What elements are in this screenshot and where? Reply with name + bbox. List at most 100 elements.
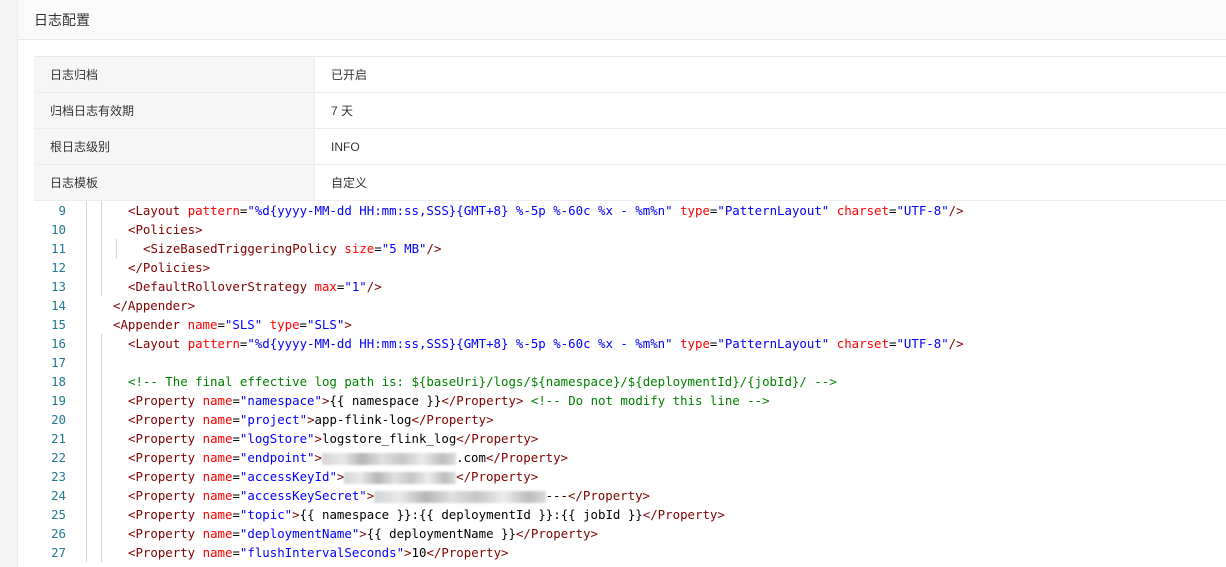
redacted-value <box>344 471 457 484</box>
code-token: name <box>202 393 233 408</box>
indent-guide <box>101 524 102 543</box>
line-number: 19 <box>51 393 66 408</box>
indent-guide <box>86 505 87 524</box>
code-token: > <box>344 317 352 332</box>
code-token: > <box>307 412 315 427</box>
code-token: </Appender> <box>113 298 196 313</box>
info-value: 已开启 <box>331 68 368 82</box>
code-gutter <box>66 201 110 220</box>
code-text: <Policies> <box>110 220 1226 239</box>
code-token: /> <box>948 336 964 351</box>
code-text: <Layout pattern="%d{yyyy-MM-dd HH:mm:ss,… <box>110 334 1226 353</box>
code-token: <Property <box>128 488 203 503</box>
code-gutter <box>66 505 110 524</box>
code-token: > <box>359 526 367 541</box>
line-number: 13 <box>51 279 66 294</box>
code-token: {{ deploymentName }} <box>366 526 516 541</box>
indent-guide <box>101 543 102 562</box>
code-gutter <box>66 353 110 372</box>
panel-header: 日志配置 <box>18 0 1226 40</box>
code-token: name <box>202 488 233 503</box>
redacted-value <box>374 490 546 503</box>
code-line: 12 </Policies> <box>34 258 1226 277</box>
code-line: 10 <Policies> <box>34 220 1226 239</box>
code-token: = <box>232 431 240 446</box>
info-value: 自定义 <box>331 176 368 190</box>
code-line: 17 <box>34 353 1226 372</box>
code-token: type <box>269 317 300 332</box>
info-value: INFO <box>331 139 360 154</box>
code-token: <Property <box>128 545 203 560</box>
code-text: <Property name="endpoint"> .com</Property… <box>110 448 1226 467</box>
code-token: charset <box>836 336 889 351</box>
code-line: 23 <Property name="accessKeyId"> </Propert… <box>34 467 1226 486</box>
code-token: {{ namespace }}:{{ deploymentId }}:{{ jo… <box>299 507 643 522</box>
code-token: size <box>344 241 375 256</box>
code-token: max <box>314 279 337 294</box>
code-token: name <box>202 507 233 522</box>
code-token: </Property> <box>567 488 651 503</box>
code-line: 24 <Property name="accessKeySecret"> ---</… <box>34 486 1226 505</box>
code-token: name <box>187 317 218 332</box>
code-gutter <box>66 315 110 334</box>
code-token: "accessKeySecret" <box>239 488 367 503</box>
indent-guide <box>86 201 87 220</box>
code-gutter <box>66 543 110 562</box>
line-number: 16 <box>51 336 66 351</box>
code-gutter <box>66 296 110 315</box>
indent-guide <box>101 505 102 524</box>
code-token: type <box>680 336 710 351</box>
log-settings-table: 日志归档 已开启 归档日志有效期 7 天 根日志级别 INFO 日志模板 自定义 <box>34 56 1226 201</box>
code-token: <Appender <box>113 317 188 332</box>
log-template-code-viewer[interactable]: 9 <Layout pattern="%d{yyyy-MM-dd HH:mm:ss… <box>34 201 1226 567</box>
code-line: 25 <Property name="topic">{{ namespace }}… <box>34 505 1226 524</box>
code-token: = <box>232 393 240 408</box>
indent-guide <box>101 353 102 372</box>
code-token: <Property <box>128 450 203 465</box>
code-token: "PatternLayout" <box>717 336 830 351</box>
code-gutter <box>66 429 110 448</box>
code-gutter <box>66 258 110 277</box>
indent-guide <box>101 201 102 220</box>
left-sidebar-strip <box>0 0 18 567</box>
indent-guide <box>86 334 87 353</box>
code-gutter <box>66 391 110 410</box>
code-text: <SizeBasedTriggeringPolicy size="5 MB"/> <box>110 239 1226 258</box>
info-row-log-template: 日志模板 自定义 <box>34 165 1226 201</box>
code-token: "SLS" <box>307 317 345 332</box>
code-token: </Property> <box>411 412 494 427</box>
code-gutter <box>66 239 117 258</box>
indent-guide <box>86 429 87 448</box>
code-token: type <box>680 203 710 218</box>
info-label: 归档日志有效期 <box>34 93 315 128</box>
indent-guide <box>101 429 102 448</box>
code-token: --- <box>545 488 568 503</box>
code-line: 22 <Property name="endpoint"> .com</Proper… <box>34 448 1226 467</box>
code-token: "PatternLayout" <box>717 203 830 218</box>
code-token: name <box>202 412 233 427</box>
code-line: 11 <SizeBasedTriggeringPolicy size="5 MB"… <box>34 239 1226 258</box>
code-token: </Property> <box>441 393 524 408</box>
code-token: > <box>314 450 322 465</box>
code-token: > <box>292 507 300 522</box>
code-token: <DefaultRolloverStrategy <box>128 279 315 294</box>
code-token: </Property> <box>485 450 568 465</box>
indent-guide <box>86 372 87 391</box>
code-token: pattern <box>187 203 240 218</box>
code-gutter <box>66 220 110 239</box>
indent-guide <box>86 296 87 315</box>
code-token: "UTF-8" <box>896 203 949 218</box>
indent-guide <box>101 391 102 410</box>
indent-guide <box>86 239 87 258</box>
code-token: name <box>202 526 233 541</box>
line-number: 11 <box>51 241 66 256</box>
indent-guide <box>101 239 102 258</box>
code-token: = <box>232 488 240 503</box>
code-text: <Property name="namespace">{{ namespace … <box>110 391 1226 410</box>
line-number: 25 <box>51 507 66 522</box>
code-token: "UTF-8" <box>896 336 949 351</box>
